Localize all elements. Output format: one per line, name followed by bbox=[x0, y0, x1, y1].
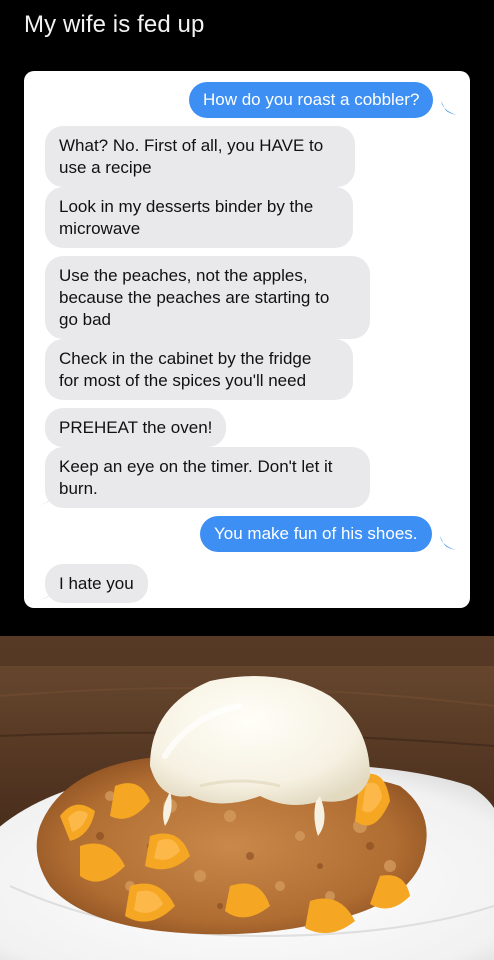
incoming-message: Keep an eye on the timer. Don't let it b… bbox=[45, 447, 370, 508]
incoming-message: Look in my desserts binder by the microw… bbox=[45, 187, 353, 248]
outgoing-message: How do you roast a cobbler? bbox=[189, 82, 434, 118]
bubble-tail-icon bbox=[39, 491, 55, 505]
incoming-message: What? No. First of all, you HAVE to use … bbox=[45, 126, 355, 187]
incoming-message: I hate you bbox=[45, 564, 148, 603]
peach-cobbler-with-ice-cream-icon bbox=[0, 636, 494, 960]
message-thread: How do you roast a cobbler? What? No. Fi… bbox=[24, 71, 470, 608]
page-title: My wife is fed up bbox=[24, 11, 205, 38]
bubble-tail-icon bbox=[39, 586, 55, 600]
bubble-tail-icon bbox=[441, 101, 457, 115]
incoming-message: Use the peaches, not the apples, because… bbox=[45, 256, 370, 339]
incoming-message: PREHEAT the oven! bbox=[45, 408, 227, 447]
incoming-message: Check in the cabinet by the fridge for m… bbox=[45, 339, 353, 400]
cobbler-photo bbox=[0, 636, 494, 960]
bubble-tail-icon bbox=[440, 536, 456, 550]
outgoing-message: You make fun of his shoes. bbox=[200, 516, 432, 552]
